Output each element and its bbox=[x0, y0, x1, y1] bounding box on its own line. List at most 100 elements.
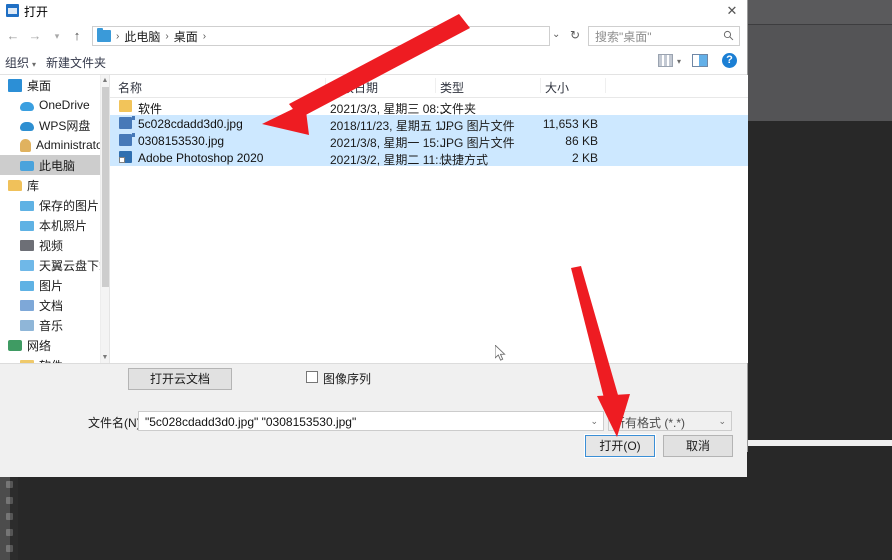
sidebar-item-libraries[interactable]: 库 bbox=[0, 175, 109, 195]
column-header-name[interactable]: 名称 bbox=[118, 79, 142, 96]
breadcrumb-item-desktop[interactable]: 桌面 bbox=[174, 28, 198, 45]
scrollbar-thumb[interactable] bbox=[102, 87, 109, 287]
column-divider[interactable] bbox=[325, 78, 326, 93]
pictures-icon bbox=[20, 281, 34, 291]
search-input[interactable] bbox=[593, 28, 719, 46]
filename-input[interactable] bbox=[143, 413, 581, 431]
chevron-down-icon[interactable]: ⌄ bbox=[718, 416, 726, 427]
sidebar-item-label: 本机照片 bbox=[39, 218, 88, 233]
file-name: 0308153530.jpg bbox=[138, 134, 225, 148]
up-icon[interactable]: ↑ bbox=[68, 27, 86, 45]
open-cloud-document-button[interactable]: 打开云文档 bbox=[128, 368, 232, 390]
new-folder-button[interactable]: 新建文件夹 bbox=[46, 54, 106, 71]
table-row[interactable]: 软件 2021/3/3, 星期三 08:... 文件夹 bbox=[110, 98, 748, 116]
close-icon[interactable]: ✕ bbox=[717, 0, 747, 22]
network-icon bbox=[8, 339, 22, 351]
preview-pane-icon[interactable] bbox=[692, 54, 708, 67]
table-row[interactable]: 5c028cdadd3d0.jpg 2018/11/23, 星期五 1... J… bbox=[110, 115, 748, 133]
navigation-bar: ← → ▾ ↑ › 此电脑 › 桌面 › ⌄ ↻ bbox=[0, 23, 747, 50]
refresh-icon[interactable]: ↻ bbox=[570, 28, 580, 42]
shortcut-icon bbox=[119, 151, 132, 163]
dialog-body: 桌面 OneDrive WPS网盘 Administrator 此电脑 库 保存… bbox=[0, 75, 748, 363]
filename-field[interactable]: ⌄ bbox=[138, 411, 604, 431]
pc-icon bbox=[20, 161, 34, 171]
chevron-down-icon: ▾ bbox=[32, 60, 37, 69]
pictures-icon bbox=[20, 221, 34, 231]
sidebar-scrollbar[interactable]: ▲ ▼ bbox=[100, 75, 109, 363]
chevron-down-icon[interactable]: ⌄ bbox=[590, 416, 598, 427]
sidebar-item-documents[interactable]: 文档 bbox=[0, 295, 109, 315]
tool-icon[interactable] bbox=[5, 513, 13, 520]
file-size: 86 KB bbox=[565, 134, 598, 148]
column-header-size[interactable]: 大小 bbox=[545, 79, 569, 96]
filetype-value: 所有格式 (*.*) bbox=[613, 416, 686, 430]
breadcrumb-separator: › bbox=[116, 30, 120, 42]
folder-icon bbox=[119, 100, 132, 112]
sidebar-item-pictures[interactable]: 图片 bbox=[0, 275, 109, 295]
sidebar-item-label: 保存的图片 bbox=[39, 198, 100, 213]
tool-icon[interactable] bbox=[5, 481, 13, 488]
this-pc-icon bbox=[97, 28, 111, 42]
sidebar-item-this-pc[interactable]: 此电脑 bbox=[0, 155, 109, 175]
file-name: 5c028cdadd3d0.jpg bbox=[138, 117, 243, 131]
column-header-date[interactable]: 修改日期 bbox=[330, 79, 378, 96]
tool-icon[interactable] bbox=[5, 529, 13, 536]
sidebar-item-label: 库 bbox=[27, 178, 40, 193]
back-icon[interactable]: ← bbox=[4, 27, 22, 45]
sidebar-item-label: 视频 bbox=[39, 238, 64, 253]
scroll-down-icon[interactable]: ▼ bbox=[101, 352, 109, 363]
sidebar-item-cloud-downloads[interactable]: 天翼云盘下载 bbox=[0, 255, 109, 275]
library-icon bbox=[8, 179, 22, 191]
column-divider[interactable] bbox=[540, 78, 541, 93]
search-box[interactable] bbox=[588, 26, 740, 46]
sidebar-item-onedrive[interactable]: OneDrive bbox=[0, 95, 109, 115]
open-button[interactable]: 打开(O) bbox=[584, 434, 656, 458]
view-options-icon[interactable] bbox=[658, 54, 673, 67]
sidebar-item-saved-pictures[interactable]: 保存的图片 bbox=[0, 195, 109, 215]
sidebar-item-videos[interactable]: 视频 bbox=[0, 235, 109, 255]
sidebar-item-software[interactable]: 软件 bbox=[0, 355, 109, 363]
sidebar-item-label: 此电脑 bbox=[39, 158, 76, 173]
sidebar-item-local-photos[interactable]: 本机照片 bbox=[0, 215, 109, 235]
sidebar-item-music[interactable]: 音乐 bbox=[0, 315, 109, 335]
scroll-up-icon[interactable]: ▲ bbox=[101, 75, 109, 86]
breadcrumb-item-this-pc[interactable]: 此电脑 bbox=[124, 28, 160, 45]
sidebar-item-label: OneDrive bbox=[39, 98, 90, 112]
column-divider[interactable] bbox=[605, 78, 606, 93]
sidebar-item-desktop[interactable]: 桌面 bbox=[0, 75, 109, 95]
cancel-button[interactable]: 取消 bbox=[663, 435, 733, 457]
sidebar-item-label: 文档 bbox=[39, 298, 64, 313]
image-sequence-label[interactable]: 图像序列 bbox=[323, 370, 371, 387]
sidebar-item-network[interactable]: 网络 bbox=[0, 335, 109, 355]
cloud-icon bbox=[20, 101, 34, 111]
address-breadcrumb-bar[interactable]: › 此电脑 › 桌面 › bbox=[92, 26, 550, 46]
jpg-file-icon bbox=[119, 116, 135, 129]
forward-icon[interactable]: → bbox=[26, 27, 44, 45]
recent-locations-icon[interactable]: ▾ bbox=[48, 27, 66, 45]
chevron-down-icon[interactable]: ⌄ bbox=[552, 29, 560, 40]
image-sequence-checkbox[interactable] bbox=[306, 371, 318, 383]
sidebar-item-label: 音乐 bbox=[39, 318, 64, 333]
column-header-type[interactable]: 类型 bbox=[440, 79, 464, 96]
search-icon bbox=[723, 30, 734, 41]
table-row[interactable]: 0308153530.jpg 2021/3/8, 星期一 15:... JPG … bbox=[110, 132, 748, 150]
tool-icon[interactable] bbox=[5, 545, 13, 552]
column-divider[interactable] bbox=[435, 78, 436, 93]
file-size: 11,653 KB bbox=[542, 117, 598, 131]
file-list: 名称 修改日期 类型 大小 软件 2021/3/3, 星期三 08:... 文件… bbox=[110, 75, 748, 363]
sidebar-item-wps-cloud[interactable]: WPS网盘 bbox=[0, 115, 109, 135]
help-icon[interactable]: ? bbox=[722, 53, 737, 68]
sidebar-item-administrator[interactable]: Administrator bbox=[0, 135, 109, 155]
music-icon bbox=[20, 319, 34, 331]
dialog-title: 打开 bbox=[24, 5, 49, 19]
organize-button[interactable]: 组织 ▾ bbox=[5, 54, 36, 71]
table-row[interactable]: Adobe Photoshop 2020 2021/3/2, 星期二 11:..… bbox=[110, 149, 748, 167]
dialog-titlebar: 打开 ✕ bbox=[0, 0, 747, 23]
file-size: 2 KB bbox=[571, 151, 598, 165]
sidebar-item-label: 网络 bbox=[27, 338, 52, 353]
chevron-down-icon[interactable]: ▾ bbox=[677, 57, 681, 66]
filetype-dropdown[interactable]: 所有格式 (*.*) ⌄ bbox=[608, 411, 732, 431]
download-icon bbox=[20, 259, 34, 271]
dialog-footer: 打开云文档 图像序列 文件名(N): ⌄ 所有格式 (*.*) ⌄ 打开(O) … bbox=[0, 363, 747, 477]
tool-icon[interactable] bbox=[5, 497, 13, 504]
